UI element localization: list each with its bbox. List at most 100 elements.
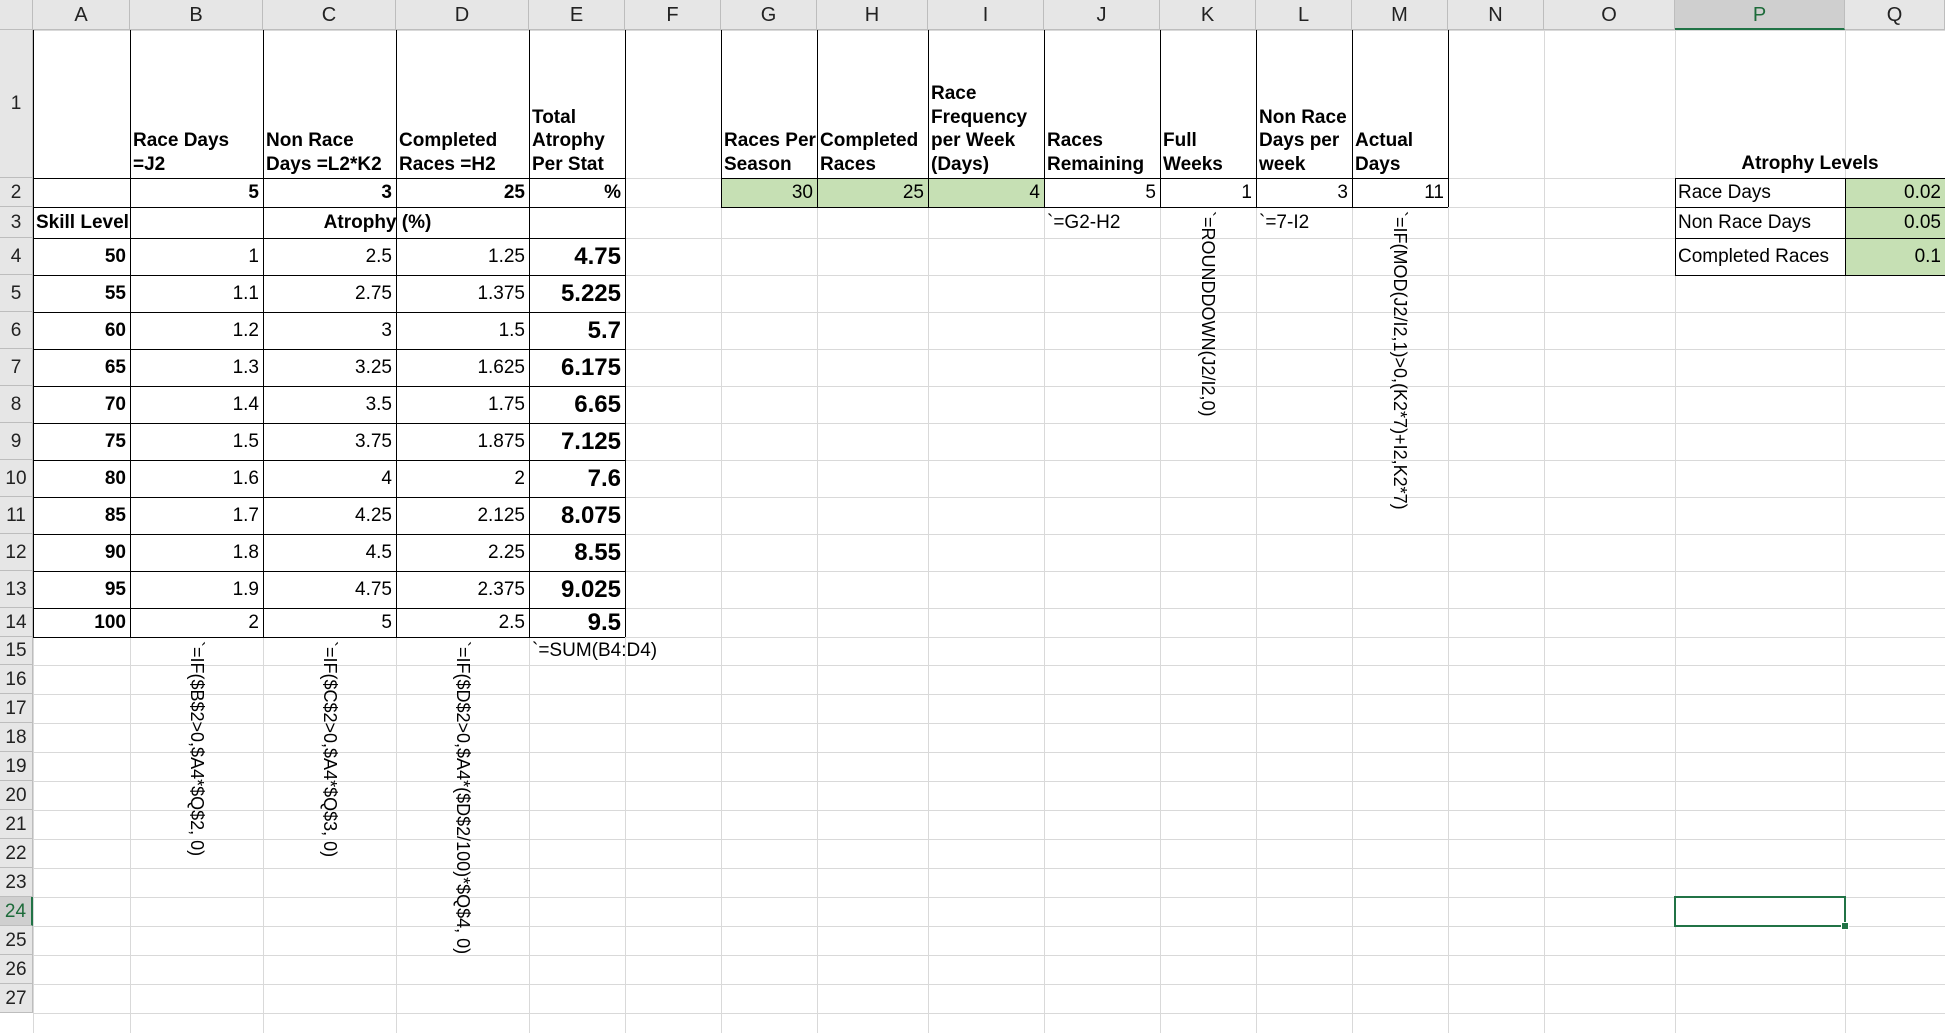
race-days-atrophy-cell[interactable]: 1.2 xyxy=(130,312,263,349)
race-frequency-header[interactable]: Race Frequency per Week (Days) xyxy=(928,30,1044,178)
total-atrophy-cell[interactable]: 8.075 xyxy=(529,497,625,534)
non-race-days-atrophy-cell[interactable]: 3.5 xyxy=(263,386,396,423)
completed-races-formula-note[interactable]: `=IF($D$2>0,$A4*($D$2/100)*$Q$4, 0) xyxy=(452,641,474,954)
race-days-atrophy-cell[interactable]: 1.5 xyxy=(130,423,263,460)
completed-races-atrophy-cell[interactable]: 2 xyxy=(396,460,529,497)
completed-races-atrophy-cell[interactable]: 1.375 xyxy=(396,275,529,312)
actual-days-formula-note[interactable]: `=IF(MOD(J2/I2,1)>0,(K2*7)+I2,K2*7) xyxy=(1389,211,1411,510)
completed-races-g-header[interactable]: Completed Races xyxy=(817,30,928,178)
races-remaining-header[interactable]: Races Remaining xyxy=(1044,30,1160,178)
skill-level-cell[interactable]: 85 xyxy=(33,497,130,534)
value-cell-k2[interactable]: 1 xyxy=(1160,178,1256,207)
non-race-days-atrophy-cell[interactable]: 4.5 xyxy=(263,534,396,571)
total-atrophy-cell[interactable]: 4.75 xyxy=(529,238,625,275)
total-atrophy-cell[interactable]: 6.65 xyxy=(529,386,625,423)
completed-races-atrophy-cell[interactable]: 2.5 xyxy=(396,608,529,637)
race-days-atrophy-cell[interactable]: 1.9 xyxy=(130,571,263,608)
row-header-19[interactable]: 19 xyxy=(0,752,33,781)
sum-formula-note[interactable]: `=SUM(B4:D4) xyxy=(529,637,669,665)
skill-level-cell[interactable]: 90 xyxy=(33,534,130,571)
value-cell-j2[interactable]: 5 xyxy=(1044,178,1160,207)
row-header-1[interactable]: 1 xyxy=(0,30,33,178)
completed-races-atrophy-cell[interactable]: 1.625 xyxy=(396,349,529,386)
column-header-b[interactable]: B xyxy=(130,0,263,30)
skill-level-cell[interactable]: 100 xyxy=(33,608,130,637)
row-header-14[interactable]: 14 xyxy=(0,608,33,637)
row-header-17[interactable]: 17 xyxy=(0,694,33,723)
row-header-5[interactable]: 5 xyxy=(0,275,33,312)
race-days-atrophy-cell[interactable]: 1 xyxy=(130,238,263,275)
value-cell-g2[interactable]: 30 xyxy=(721,178,817,207)
column-header-e[interactable]: E xyxy=(529,0,625,30)
non-race-days-header[interactable]: Non Race Days =L2*K2 xyxy=(263,30,396,178)
skill-level-cell[interactable]: 75 xyxy=(33,423,130,460)
full-weeks-formula-note[interactable]: `=ROUNDDOWN(J2/I2,0) xyxy=(1197,211,1219,417)
total-atrophy-cell[interactable]: 5.225 xyxy=(529,275,625,312)
selected-cell-outline[interactable] xyxy=(1674,896,1846,927)
race-days-atrophy-cell[interactable]: 1.7 xyxy=(130,497,263,534)
skill-level-cell[interactable]: 60 xyxy=(33,312,130,349)
row-header-4[interactable]: 4 xyxy=(0,238,33,275)
row-header-10[interactable]: 10 xyxy=(0,460,33,497)
non-race-days-atrophy-cell[interactable]: 2.5 xyxy=(263,238,396,275)
races-remaining-formula-note[interactable]: `=G2-H2 xyxy=(1044,207,1160,238)
value-cell-m2[interactable]: 11 xyxy=(1352,178,1448,207)
row-header-25[interactable]: 25 xyxy=(0,926,33,955)
row-header-21[interactable]: 21 xyxy=(0,810,33,839)
completed-races-atrophy-cell[interactable]: 1.875 xyxy=(396,423,529,460)
race-days-formula-note[interactable]: `=IF($B$2>0,$A4*$Q$2, 0) xyxy=(186,641,208,856)
total-atrophy-cell[interactable]: 7.6 xyxy=(529,460,625,497)
select-all-corner[interactable] xyxy=(0,0,33,30)
skill-level-cell[interactable]: 80 xyxy=(33,460,130,497)
completed-races-atrophy-cell[interactable]: 2.25 xyxy=(396,534,529,571)
total-atrophy-cell[interactable]: 7.125 xyxy=(529,423,625,460)
race-days-atrophy-cell[interactable]: 1.3 xyxy=(130,349,263,386)
column-header-d[interactable]: D xyxy=(396,0,529,30)
skill-level-cell[interactable]: 70 xyxy=(33,386,130,423)
column-header-n[interactable]: N xyxy=(1448,0,1544,30)
non-race-days-atrophy-cell[interactable]: 4.25 xyxy=(263,497,396,534)
atrophy-group-label[interactable]: Atrophy (%) xyxy=(130,207,625,238)
row-header-24[interactable]: 24 xyxy=(0,897,33,926)
actual-days-header[interactable]: Actual Days xyxy=(1352,30,1448,178)
full-weeks-header[interactable]: Full Weeks xyxy=(1160,30,1256,178)
row-header-11[interactable]: 11 xyxy=(0,497,33,534)
column-header-h[interactable]: H xyxy=(817,0,928,30)
race-days-atrophy-cell[interactable]: 1.1 xyxy=(130,275,263,312)
skill-level-cell[interactable]: 55 xyxy=(33,275,130,312)
row-header-26[interactable]: 26 xyxy=(0,955,33,984)
race-days-header[interactable]: Race Days =J2 xyxy=(130,30,263,178)
atrophy-level-label[interactable]: Completed Races xyxy=(1675,238,1845,275)
column-header-o[interactable]: O xyxy=(1544,0,1675,30)
completed-races-atrophy-cell[interactable]: 1.75 xyxy=(396,386,529,423)
races-per-season-header[interactable]: Races Per Season xyxy=(721,30,817,178)
row-header-13[interactable]: 13 xyxy=(0,571,33,608)
completed-races-atrophy-cell[interactable]: 1.5 xyxy=(396,312,529,349)
fill-handle[interactable] xyxy=(1841,922,1849,930)
atrophy-level-value[interactable]: 0.1 xyxy=(1845,238,1945,275)
completed-races-header[interactable]: Completed Races =H2 xyxy=(396,30,529,178)
column-header-a[interactable]: A xyxy=(33,0,130,30)
column-header-f[interactable]: F xyxy=(625,0,721,30)
non-race-days-atrophy-cell[interactable]: 3.25 xyxy=(263,349,396,386)
row-header-12[interactable]: 12 xyxy=(0,534,33,571)
row-header-23[interactable]: 23 xyxy=(0,868,33,897)
row-header-15[interactable]: 15 xyxy=(0,637,33,665)
non-race-days-formula-note[interactable]: `=7-I2 xyxy=(1256,207,1352,238)
row-header-3[interactable]: 3 xyxy=(0,207,33,238)
skill-level-cell[interactable]: 95 xyxy=(33,571,130,608)
total-atrophy-cell[interactable]: 9.025 xyxy=(529,571,625,608)
row-header-18[interactable]: 18 xyxy=(0,723,33,752)
completed-races-atrophy-cell[interactable]: 2.375 xyxy=(396,571,529,608)
atrophy-levels-header[interactable]: Atrophy Levels xyxy=(1675,30,1945,178)
row-header-9[interactable]: 9 xyxy=(0,423,33,460)
column-header-k[interactable]: K xyxy=(1160,0,1256,30)
column-header-q[interactable]: Q xyxy=(1845,0,1945,30)
atrophy-level-value[interactable]: 0.02 xyxy=(1845,178,1945,207)
non-race-days-week-header[interactable]: Non Race Days per week xyxy=(1256,30,1352,178)
non-race-days-atrophy-cell[interactable]: 3 xyxy=(263,312,396,349)
atrophy-level-label[interactable]: Non Race Days xyxy=(1675,207,1845,238)
total-atrophy-cell[interactable]: 5.7 xyxy=(529,312,625,349)
row-header-22[interactable]: 22 xyxy=(0,839,33,868)
column-header-c[interactable]: C xyxy=(263,0,396,30)
